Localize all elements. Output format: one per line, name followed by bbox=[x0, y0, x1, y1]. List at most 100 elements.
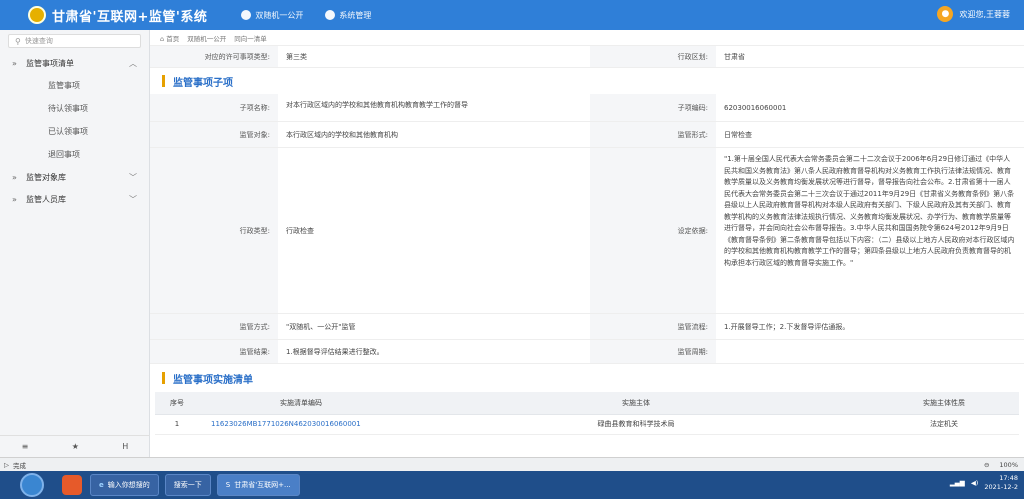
double-chevron-icon: » bbox=[12, 172, 17, 182]
nav-dot-icon bbox=[241, 10, 252, 20]
sidebar-group-label: 监管对象库 bbox=[26, 172, 66, 182]
ie-icon: e bbox=[99, 481, 104, 489]
browser-status-bar: ▷ 完成 ⊖ 100% bbox=[0, 457, 1024, 471]
column-header: 序号 bbox=[155, 392, 199, 415]
field-label: 设定依据: bbox=[590, 148, 716, 313]
field-label: 子项名称: bbox=[150, 94, 278, 121]
row-index: 1 bbox=[155, 414, 199, 435]
breadcrumb-home[interactable]: ⌂ 首页 bbox=[160, 33, 179, 43]
nav-dot-icon bbox=[325, 10, 336, 20]
taskbar-button-label: 输入你想搜的 bbox=[107, 481, 150, 489]
chevron-up-icon: ︿ bbox=[129, 58, 137, 68]
sidebar-group-supervision-staff[interactable]: » 监管人员库 ﹀ bbox=[0, 188, 149, 210]
sidebar-search-input[interactable]: ⚲ 快速查询 bbox=[8, 34, 141, 48]
field-value: 1.根据督导评估结果进行整改。 bbox=[286, 347, 384, 356]
nav-double-random[interactable]: 双随机一公开 bbox=[241, 10, 303, 21]
permit-type-row: 对应的许可事项类型: 第三类 行政区划: 甘肃省 bbox=[150, 46, 1024, 68]
tray-volume-icon[interactable]: ◀) bbox=[971, 479, 979, 487]
chevron-down-icon: ﹀ bbox=[129, 194, 137, 204]
main-content: ⌂ 首页 双随机一公开 同向一清单 对应的许可事项类型: 第三类 行政区划: 甘… bbox=[150, 30, 1024, 457]
implementation-code-link[interactable]: 11623026MB1771026N462030016060001 bbox=[199, 414, 403, 435]
field-label: 监管周期: bbox=[590, 340, 716, 363]
section-accent-bar bbox=[162, 75, 165, 87]
system-tray: ▂▄▆ ◀) 17:48 2021-12-2 bbox=[950, 474, 1018, 492]
user-greeting: 欢迎您,王蓉蓉 bbox=[959, 9, 1010, 19]
subitem-result-row: 监管结果: 1.根据督导评估结果进行整改。 监管周期: bbox=[150, 340, 1024, 364]
body-nature: 法定机关 bbox=[869, 414, 1019, 435]
field-value: 甘肃省 bbox=[724, 52, 745, 61]
page-icon: ▷ bbox=[4, 460, 9, 469]
sidebar-bottom-toolbar: ≡ ★ H bbox=[0, 435, 150, 457]
column-header: 实施主体性质 bbox=[869, 392, 1019, 415]
double-chevron-icon: » bbox=[12, 194, 17, 204]
field-label: 行政区划: bbox=[590, 46, 716, 67]
field-label: 监管结果: bbox=[150, 340, 278, 363]
field-value: 行政检查 bbox=[286, 226, 314, 235]
implementation-table: 序号 实施清单编码 实施主体 实施主体性质 1 11623026MB177102… bbox=[155, 392, 1019, 435]
implementing-body: 碌曲县教育和科学技术局 bbox=[403, 414, 869, 435]
legal-basis-text: "1.第十届全国人民代表大会常务委员会第二十二次会议于2006年6月29日修订通… bbox=[724, 155, 1015, 267]
browser-icon: S bbox=[225, 481, 231, 489]
sidebar-item-returned[interactable]: 退回事项 bbox=[0, 143, 149, 166]
zoom-icon[interactable]: ⊖ bbox=[984, 461, 989, 469]
emblem-icon bbox=[28, 6, 46, 24]
field-value: 日常检查 bbox=[724, 130, 752, 139]
nav-label: 双随机一公开 bbox=[255, 10, 304, 20]
search-placeholder: 快速查询 bbox=[24, 37, 53, 45]
sidebar-group-supervision-objects[interactable]: » 监管对象库 ﹀ bbox=[0, 166, 149, 188]
clock[interactable]: 17:48 2021-12-2 bbox=[984, 474, 1018, 492]
taskbar-ie-button[interactable]: e 输入你想搜的 bbox=[90, 474, 159, 496]
section-accent-bar bbox=[162, 372, 165, 384]
field-value: "双随机、一公开"监管 bbox=[286, 322, 356, 331]
field-value: 本行政区域内的学校和其他教育机构 bbox=[286, 130, 398, 139]
column-header: 实施清单编码 bbox=[199, 392, 403, 415]
taskbar-button-label: 甘肃省'互联网+... bbox=[234, 481, 291, 489]
double-chevron-icon: » bbox=[12, 58, 17, 68]
sidebar-item-pending-claim[interactable]: 待认领事项 bbox=[0, 97, 149, 120]
nav-label: 系统管理 bbox=[339, 10, 372, 20]
status-text: 完成 bbox=[13, 461, 26, 470]
chevron-down-icon: ﹀ bbox=[129, 172, 137, 182]
app-title: 甘肃省'互联网+监管'系统 bbox=[52, 9, 208, 25]
subitem-name-row: 子项名称: 对本行政区域内的学校和其他教育机构教育教学工作的督导 子项编码: 6… bbox=[150, 94, 1024, 122]
user-avatar-icon: ● bbox=[937, 6, 954, 22]
zoom-level[interactable]: 100% bbox=[999, 461, 1018, 469]
sidebar-group-label: 监管事项清单 bbox=[26, 58, 74, 68]
app-window: 甘肃省'互联网+监管'系统 双随机一公开 系统管理 ● 欢迎您,王蓉蓉 ⚲ 快速… bbox=[0, 0, 1024, 499]
section-title: 监管事项子项 bbox=[150, 68, 1024, 94]
sidebar-group-supervision-list[interactable]: » 监管事项清单 ︿ bbox=[0, 52, 149, 74]
star-icon[interactable]: ★ bbox=[72, 442, 79, 451]
field-value: 62030016060001 bbox=[724, 103, 787, 112]
top-header: 甘肃省'互联网+监管'系统 双随机一公开 系统管理 ● 欢迎您,王蓉蓉 bbox=[0, 0, 1024, 30]
field-value bbox=[716, 340, 1024, 363]
breadcrumb-item[interactable]: 双随机一公开 bbox=[187, 33, 226, 43]
tray-network-icon[interactable]: ▂▄▆ bbox=[950, 479, 965, 487]
field-label: 对应的许可事项类型: bbox=[150, 46, 278, 67]
user-menu[interactable]: ● 欢迎您,王蓉蓉 bbox=[937, 6, 1010, 22]
app-launcher-icon[interactable] bbox=[62, 475, 82, 495]
field-label: 监管形式: bbox=[590, 122, 716, 147]
field-label: 行政类型: bbox=[150, 148, 278, 313]
field-value: 对本行政区域内的学校和其他教育机构教育教学工作的督导 bbox=[286, 101, 468, 109]
column-header: 实施主体 bbox=[403, 392, 869, 415]
taskbar-search-button[interactable]: 搜索一下 bbox=[164, 474, 211, 496]
home-icon[interactable]: H bbox=[122, 442, 128, 451]
subitem-object-row: 监管对象: 本行政区域内的学校和其他教育机构 监管形式: 日常检查 bbox=[150, 122, 1024, 148]
section-title: 监管事项实施清单 bbox=[150, 364, 1024, 392]
start-button[interactable] bbox=[20, 473, 44, 497]
field-label: 监管方式: bbox=[150, 314, 278, 339]
field-label: 子项编码: bbox=[590, 94, 716, 121]
section-title-text: 监管事项子项 bbox=[173, 77, 233, 89]
nav-system-management[interactable]: 系统管理 bbox=[325, 10, 371, 21]
field-label: 监管对象: bbox=[150, 122, 278, 147]
sidebar-item-supervision-items[interactable]: 监管事项 bbox=[0, 74, 149, 97]
table-header-row: 序号 实施清单编码 实施主体 实施主体性质 bbox=[155, 392, 1019, 415]
taskbar-browser-button[interactable]: S 甘肃省'互联网+... bbox=[216, 474, 300, 496]
sidebar-item-claimed[interactable]: 已认领事项 bbox=[0, 120, 149, 143]
breadcrumb-item: 同向一清单 bbox=[234, 34, 267, 43]
field-value: 1.开展督导工作；2.下发督导评估通报。 bbox=[724, 322, 850, 331]
section-title-text: 监管事项实施清单 bbox=[173, 374, 253, 386]
menu-icon[interactable]: ≡ bbox=[22, 442, 29, 451]
sidebar-group-label: 监管人员库 bbox=[26, 194, 66, 204]
clock-date: 2021-12-2 bbox=[984, 483, 1018, 491]
